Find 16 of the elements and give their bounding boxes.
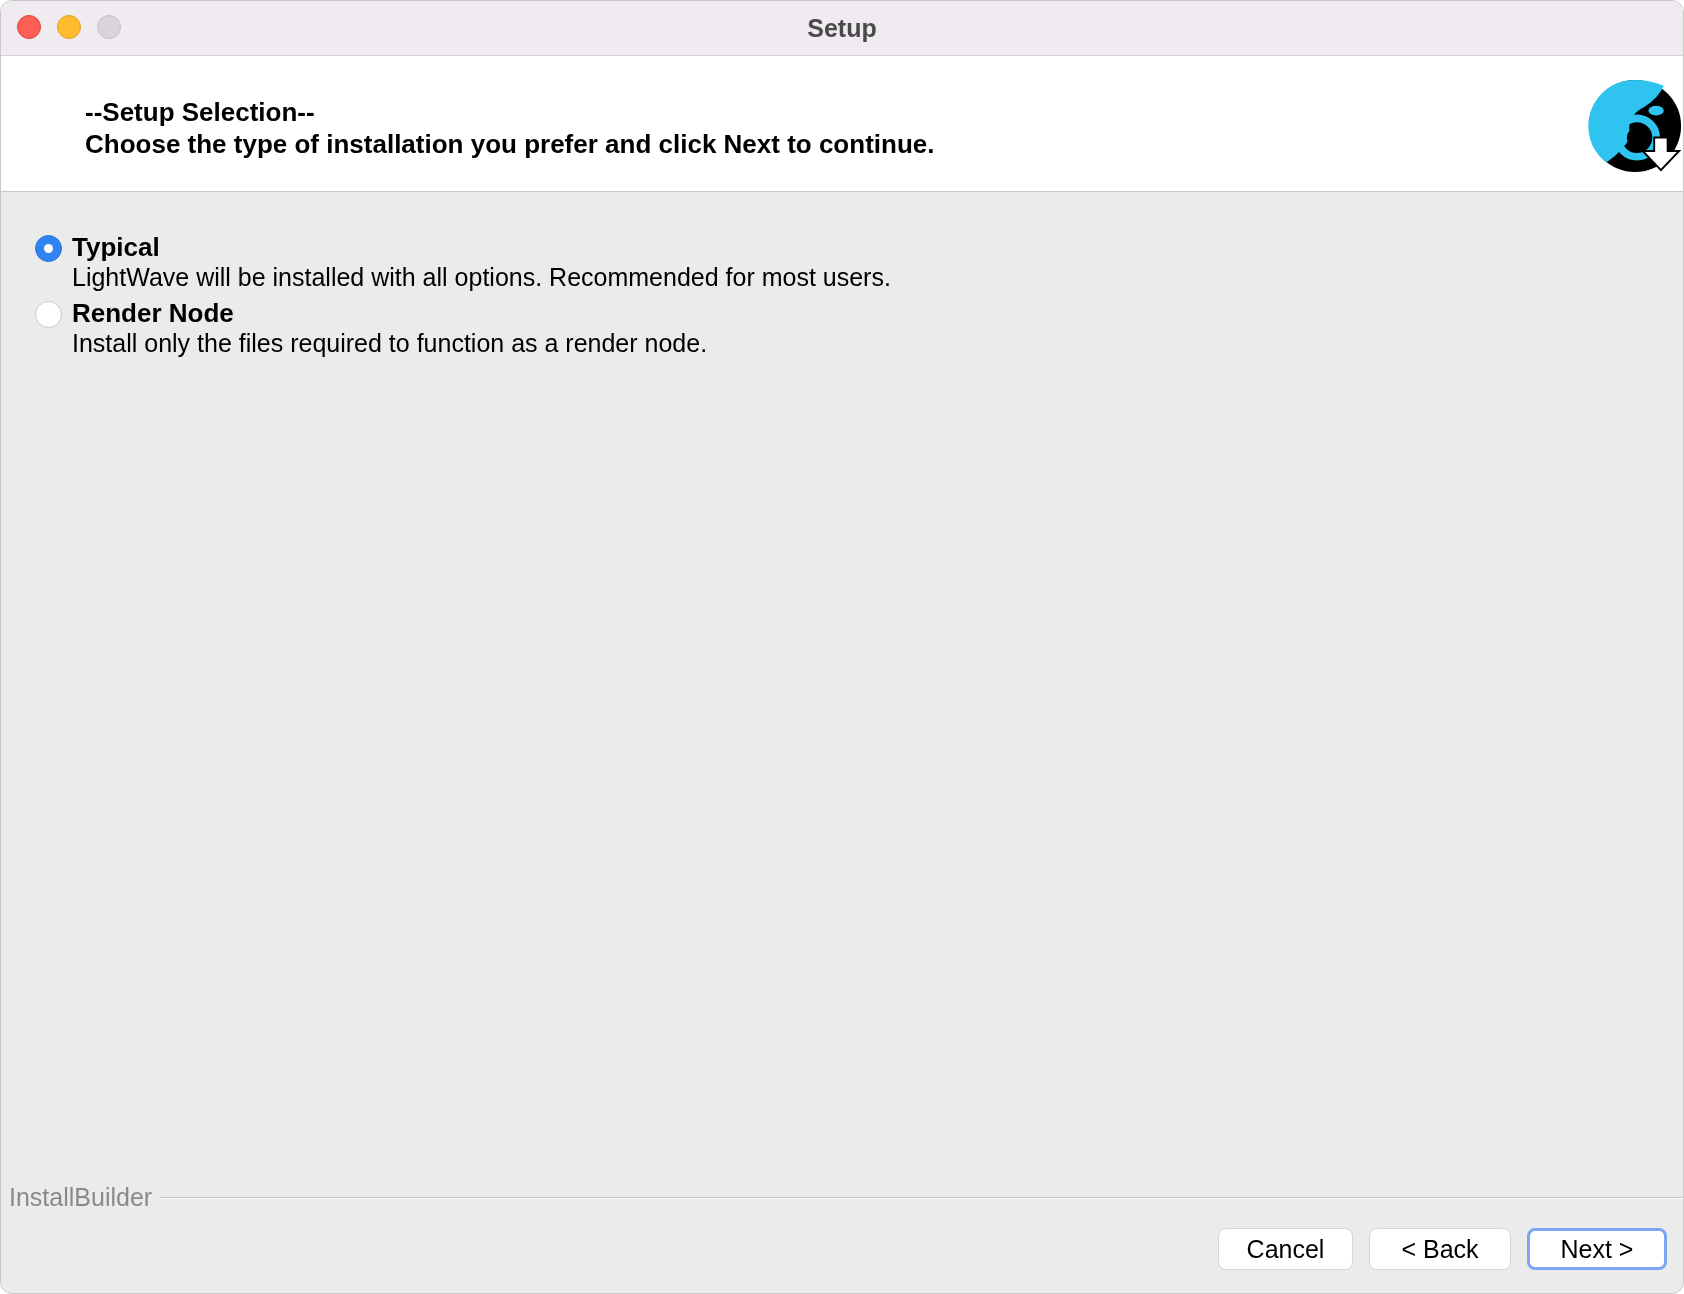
close-icon[interactable] [17,15,41,39]
radio-button[interactable] [35,301,62,328]
option-description: LightWave will be installed with all options. Recommended for most users. [72,262,891,292]
dialog-button[interactable]: Next > [1527,1228,1667,1270]
option-label[interactable]: Typical [72,232,891,262]
zoom-icon [97,15,121,39]
window-title: Setup [807,13,877,43]
brand-label: InstallBuilder [9,1183,153,1212]
minimize-icon[interactable] [57,15,81,39]
dialog-button[interactable]: Cancel [1218,1228,1353,1270]
dialog-button[interactable]: < Back [1369,1228,1511,1270]
instruction-text: Choose the type of installation you prefer and click Next to continue. [85,127,935,160]
option-description: Install only the files required to function as a render node. [72,328,708,358]
section-title: --Setup Selection-- [85,95,316,128]
option-label[interactable]: Render Node [72,298,708,328]
radio-button[interactable] [35,235,62,262]
